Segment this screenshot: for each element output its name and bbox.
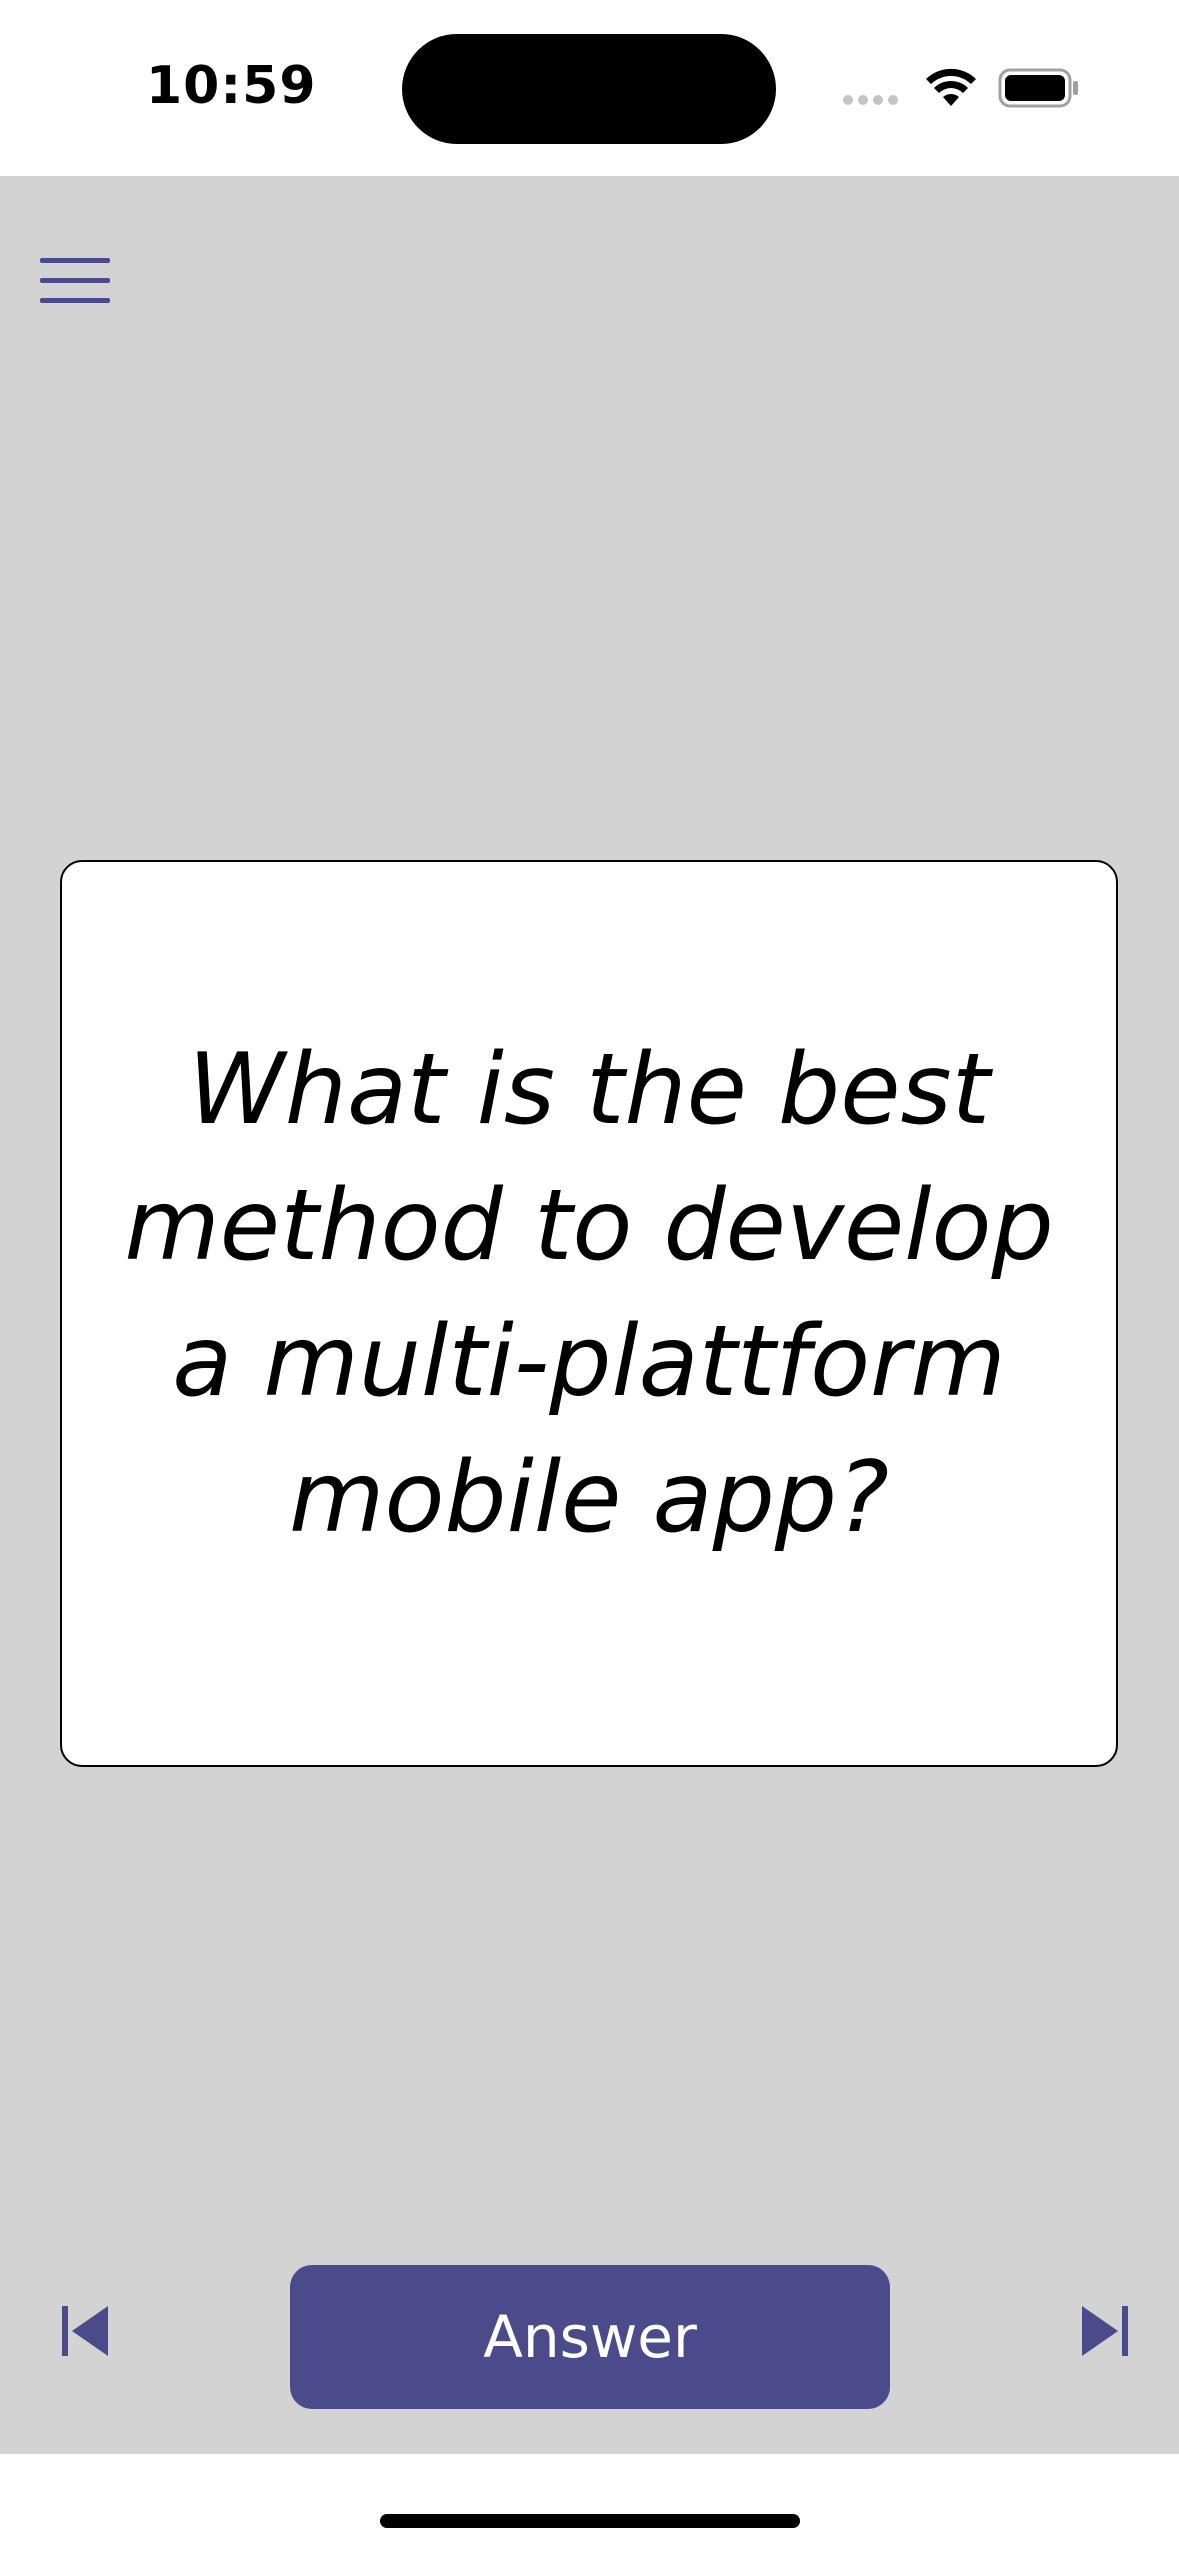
skip-next-icon[interactable] (1080, 2303, 1130, 2359)
status-time: 10:59 (146, 56, 317, 116)
dynamic-island (402, 34, 776, 144)
flashcard[interactable]: What is the best method to develop a mul… (60, 860, 1118, 1767)
status-bar: 10:59 (0, 0, 1179, 176)
answer-button[interactable]: Answer (290, 2265, 890, 2409)
battery-icon (998, 68, 1078, 108)
flashcard-question: What is the best method to develop a mul… (124, 1032, 1054, 1555)
wifi-icon (926, 68, 976, 106)
cellular-signal-icon (843, 95, 898, 105)
skip-previous-icon[interactable] (60, 2303, 110, 2359)
home-indicator[interactable] (380, 2514, 800, 2528)
hamburger-menu-icon[interactable] (40, 256, 110, 306)
